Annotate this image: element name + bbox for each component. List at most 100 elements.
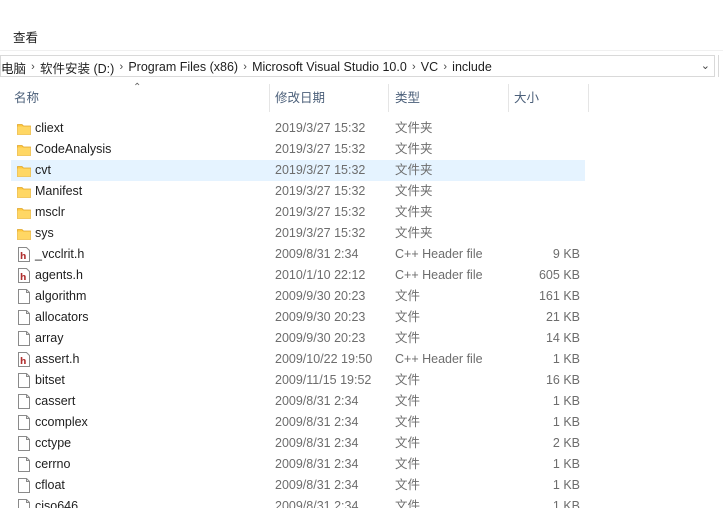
chevron-right-icon[interactable]: › — [438, 61, 452, 73]
folder-icon — [17, 184, 31, 199]
file-row[interactable]: h _vcclrit.h 2009/8/31 2:34 C++ Header file… — [11, 244, 585, 265]
file-row[interactable]: allocators 2009/9/30 20:23 文件 21 KB — [11, 307, 585, 328]
file-size: 14 KB — [545, 331, 580, 345]
breadcrumb-item[interactable]: Microsoft Visual Studio 10.0 — [252, 60, 407, 74]
file-type: 文件 — [395, 310, 421, 324]
header-file-icon: h — [17, 268, 31, 283]
file-name: CodeAnalysis — [35, 142, 112, 156]
file-row[interactable]: array 2009/9/30 20:23 文件 14 KB — [11, 328, 585, 349]
file-date: 2009/9/30 20:23 — [275, 331, 366, 345]
column-header-date[interactable]: 修改日期 — [275, 82, 325, 112]
file-size: 1 KB — [552, 352, 580, 366]
file-row[interactable]: cliext 2019/3/27 15:32 文件夹 — [11, 118, 585, 139]
file-row[interactable]: algorithm 2009/9/30 20:23 文件 161 KB — [11, 286, 585, 307]
file-icon — [17, 436, 31, 451]
file-icon — [17, 289, 31, 304]
file-date: 2009/8/31 2:34 — [275, 478, 359, 492]
file-size: 161 KB — [538, 289, 580, 303]
svg-text:h: h — [20, 252, 26, 262]
file-type: C++ Header file — [395, 352, 483, 366]
folder-icon — [17, 163, 31, 178]
file-name: _vcclrit.h — [35, 247, 85, 261]
file-type: 文件 — [395, 394, 421, 408]
ribbon: 查看 — [0, 0, 723, 50]
column-header-name[interactable]: 名称 — [14, 82, 39, 112]
file-name: msclr — [35, 205, 65, 219]
file-row[interactable]: cctype 2009/8/31 2:34 文件 2 KB — [11, 433, 585, 454]
file-type: 文件 — [395, 478, 421, 492]
file-size: 1 KB — [552, 415, 580, 429]
header-file-icon: h — [17, 247, 31, 262]
view-tab[interactable]: 查看 — [13, 27, 38, 46]
chevron-right-icon[interactable]: › — [114, 61, 128, 73]
file-size: 605 KB — [538, 268, 580, 282]
file-date: 2009/11/15 19:52 — [275, 373, 372, 387]
file-row[interactable]: msclr 2019/3/27 15:32 文件夹 — [11, 202, 585, 223]
file-name: cassert — [35, 394, 76, 408]
column-header: 名称 修改日期 类型 大小 — [0, 82, 723, 112]
file-date: 2009/9/30 20:23 — [275, 310, 366, 324]
file-type: 文件 — [395, 436, 421, 450]
column-divider[interactable] — [388, 84, 389, 112]
file-row[interactable]: bitset 2009/11/15 19:52 文件 16 KB — [11, 370, 585, 391]
breadcrumb: 电脑 › 软件安装 (D:) › Program Files (x86) › Microso… — [1, 58, 492, 77]
file-type: 文件夹 — [395, 226, 433, 240]
file-date: 2009/8/31 2:34 — [275, 415, 359, 429]
file-type: C++ Header file — [395, 268, 483, 282]
column-divider[interactable] — [269, 84, 270, 112]
file-icon — [17, 394, 31, 409]
chevron-right-icon[interactable]: › — [26, 61, 40, 73]
address-bar-edge — [718, 55, 723, 77]
file-name: cliext — [35, 121, 64, 135]
folder-icon — [17, 205, 31, 220]
file-size: 1 KB — [552, 478, 580, 492]
folder-icon — [17, 226, 31, 241]
file-row[interactable]: Manifest 2019/3/27 15:32 文件夹 — [11, 181, 585, 202]
chevron-down-icon[interactable]: ⌄ — [701, 59, 710, 72]
file-size: 16 KB — [545, 373, 580, 387]
breadcrumb-item[interactable]: 软件安装 (D:) — [40, 58, 114, 77]
column-header-type[interactable]: 类型 — [395, 82, 420, 112]
file-row[interactable]: cassert 2009/8/31 2:34 文件 1 KB — [11, 391, 585, 412]
column-header-size[interactable]: 大小 — [514, 82, 539, 112]
file-type: 文件 — [395, 331, 421, 345]
file-row[interactable]: cerrno 2009/8/31 2:34 文件 1 KB — [11, 454, 585, 475]
file-type: 文件 — [395, 415, 421, 429]
file-row[interactable]: cvt 2019/3/27 15:32 文件夹 — [11, 160, 585, 181]
file-date: 2009/8/31 2:34 — [275, 436, 359, 450]
breadcrumb-item[interactable]: VC — [421, 60, 438, 74]
chevron-right-icon[interactable]: › — [407, 61, 421, 73]
address-bar[interactable]: 电脑 › 软件安装 (D:) › Program Files (x86) › Microso… — [0, 55, 715, 77]
breadcrumb-item[interactable]: Program Files (x86) — [128, 60, 238, 74]
file-name: cvt — [35, 163, 51, 177]
file-name: agents.h — [35, 268, 83, 282]
file-date: 2010/1/10 22:12 — [275, 268, 366, 282]
file-row[interactable]: sys 2019/3/27 15:32 文件夹 — [11, 223, 585, 244]
file-date: 2009/9/30 20:23 — [275, 289, 366, 303]
file-name: algorithm — [35, 289, 87, 303]
file-row[interactable]: CodeAnalysis 2019/3/27 15:32 文件夹 — [11, 139, 585, 160]
file-row[interactable]: h agents.h 2010/1/10 22:12 C++ Header file 6… — [11, 265, 585, 286]
file-name: bitset — [35, 373, 65, 387]
column-divider[interactable] — [588, 84, 589, 112]
file-icon — [17, 415, 31, 430]
folder-icon — [17, 121, 31, 136]
ribbon-divider — [0, 50, 723, 51]
file-row[interactable]: cfloat 2009/8/31 2:34 文件 1 KB — [11, 475, 585, 496]
file-date: 2019/3/27 15:32 — [275, 226, 366, 240]
file-icon — [17, 310, 31, 325]
breadcrumb-item[interactable]: include — [452, 60, 492, 74]
file-size: 9 KB — [552, 247, 580, 261]
file-icon — [17, 457, 31, 472]
file-row[interactable]: ccomplex 2009/8/31 2:34 文件 1 KB — [11, 412, 585, 433]
file-name: cctype — [35, 436, 72, 450]
file-name: sys — [35, 226, 54, 240]
file-row[interactable]: h assert.h 2009/10/22 19:50 C++ Header file… — [11, 349, 585, 370]
column-divider[interactable] — [508, 84, 509, 112]
svg-text:h: h — [20, 273, 26, 283]
file-icon — [17, 331, 31, 346]
breadcrumb-item[interactable]: 电脑 — [1, 58, 26, 77]
file-date: 2019/3/27 15:32 — [275, 142, 366, 156]
chevron-right-icon[interactable]: › — [238, 61, 252, 73]
file-date: 2019/3/27 15:32 — [275, 121, 366, 135]
